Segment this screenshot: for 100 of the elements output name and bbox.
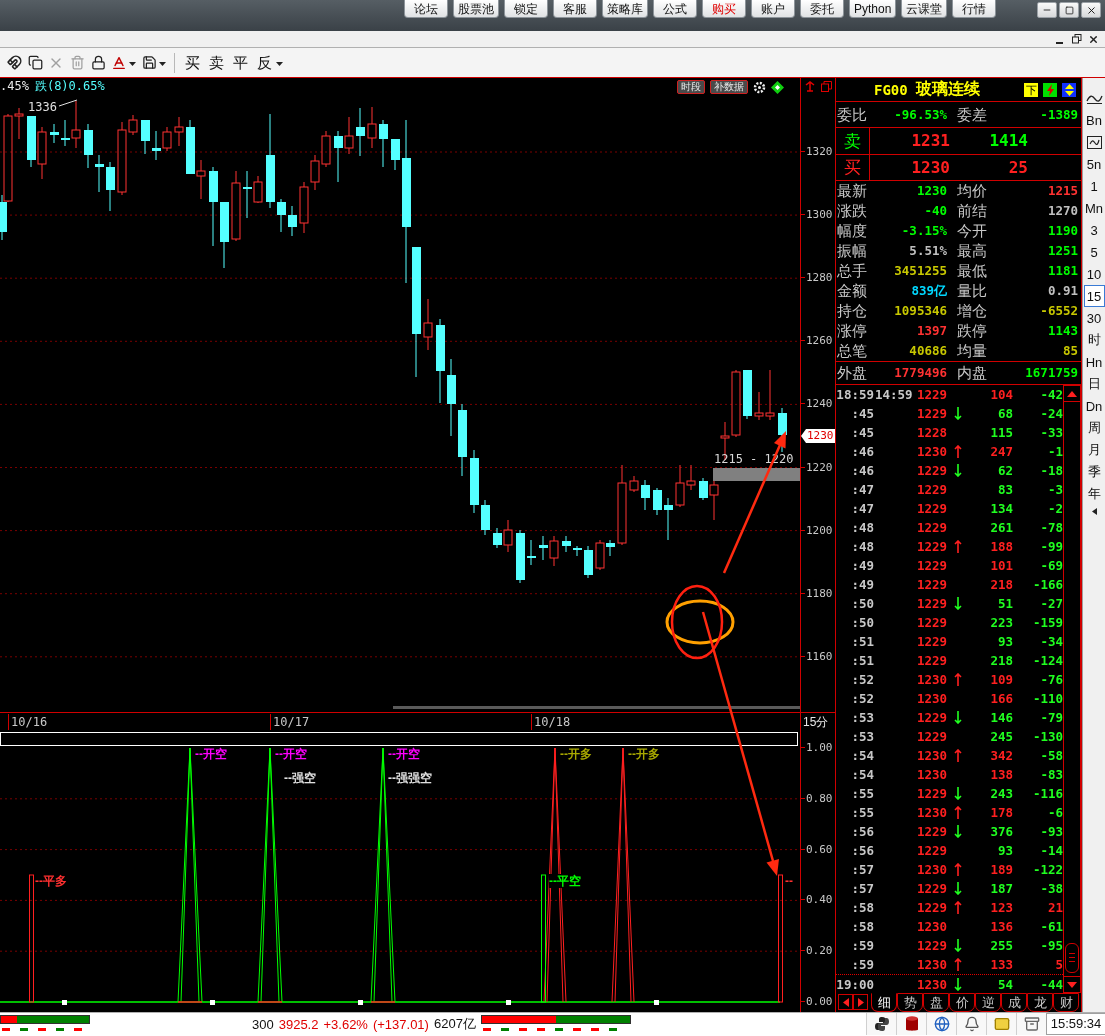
falling-candle	[243, 170, 252, 219]
trade-time: :56	[850, 843, 874, 858]
menu-button[interactable]: 行情	[952, 0, 997, 18]
restore-icon[interactable]	[1071, 33, 1082, 45]
maximize-button[interactable]	[1059, 2, 1079, 18]
dragon-tab[interactable]: 龙	[1027, 993, 1053, 1012]
trade-action-button[interactable]: 卖	[207, 52, 226, 73]
cylinder-icon[interactable]	[896, 1013, 926, 1035]
period-button[interactable]: 30	[1083, 307, 1105, 329]
period-button[interactable]: 5	[1083, 241, 1105, 263]
menu-button[interactable]: 账户	[751, 0, 795, 18]
rising-candle	[423, 298, 433, 351]
stat-value: 3451255	[894, 263, 947, 279]
price-axis-label: 1320	[801, 145, 833, 158]
period-button[interactable]: Hn	[1083, 351, 1105, 373]
close-button[interactable]	[1081, 2, 1101, 18]
trade-price: 1229	[915, 786, 947, 801]
caret-icon[interactable]	[159, 62, 166, 67]
file-cabinet-icon[interactable]	[1016, 1013, 1046, 1035]
period-button[interactable]: 季	[1083, 461, 1105, 483]
menu-button[interactable]: 锁定	[504, 0, 548, 18]
caret-icon[interactable]	[276, 62, 283, 67]
period-button[interactable]: Bn	[1083, 109, 1105, 131]
trade-volume: 376	[989, 824, 1013, 839]
menu-button[interactable]: 股票池	[453, 0, 499, 18]
falling-candle	[470, 449, 479, 514]
more-arrow-icon[interactable]	[1091, 508, 1097, 515]
period-button[interactable]: 年	[1083, 483, 1105, 505]
stat-value: 1143	[1047, 323, 1078, 339]
period-button[interactable]: Dn	[1083, 395, 1105, 417]
finance-tab[interactable]: 财	[1053, 993, 1079, 1012]
menu-button[interactable]: 公式	[653, 0, 697, 18]
caret-icon[interactable]	[129, 62, 136, 67]
chart-button[interactable]: 时段	[677, 80, 705, 94]
period-button[interactable]: 日	[1083, 373, 1105, 395]
stat-label: 持仓	[837, 302, 867, 320]
trade-time: :49	[850, 558, 874, 573]
reverse-tab[interactable]: 逆	[975, 993, 1001, 1012]
lock-icon[interactable]	[90, 54, 106, 71]
period-button[interactable]: Mn	[1083, 197, 1105, 219]
period-button[interactable]: 15	[1083, 285, 1105, 307]
close-icon[interactable]	[1088, 33, 1099, 45]
contract-name: 玻璃连续	[915, 79, 980, 99]
period-button[interactable]: 1	[1083, 175, 1105, 197]
gear-icon[interactable]	[753, 80, 766, 94]
lightning-button[interactable]	[1043, 82, 1057, 97]
period-button[interactable]: 周	[1083, 417, 1105, 439]
scrollbar-thumb[interactable]	[1065, 943, 1079, 973]
expand-button[interactable]	[1062, 82, 1076, 97]
book-tab[interactable]: 盘	[923, 993, 949, 1012]
menu-button[interactable]: 客服	[553, 0, 597, 18]
copy-icon[interactable]	[27, 54, 43, 71]
menu-button[interactable]: 购买	[702, 0, 746, 18]
signal-label: --平多	[35, 874, 67, 888]
trade-change: -79	[1039, 710, 1063, 725]
trade-action-button[interactable]: 反	[255, 52, 274, 73]
book-price: 1230	[910, 158, 950, 177]
bell-icon[interactable]	[956, 1013, 986, 1035]
menu-button[interactable]: 委托	[800, 0, 844, 18]
trend-tab[interactable]: 势	[897, 993, 923, 1012]
trade-price: 1229	[915, 653, 947, 668]
triangle-right-icon	[857, 997, 864, 1007]
trade-action-button[interactable]: 买	[183, 52, 202, 73]
period-button[interactable]: 3	[1083, 219, 1105, 241]
trade-time: :46	[850, 463, 874, 478]
trade-price: 1229	[915, 482, 947, 497]
period-button[interactable]: 月	[1083, 439, 1105, 461]
stat-value: 1671759	[1025, 365, 1078, 381]
window-icon[interactable]	[821, 81, 832, 92]
previous-button[interactable]	[838, 994, 853, 1010]
chart-button[interactable]: 补数据	[710, 80, 748, 94]
diamond-icon[interactable]	[771, 80, 784, 94]
trade-price: 1229	[915, 843, 947, 858]
stat-label: 外盘	[837, 364, 867, 382]
trade-action-button[interactable]: 平	[231, 52, 250, 73]
stat-value: 1190	[1047, 223, 1078, 239]
next-button[interactable]	[853, 994, 868, 1010]
menu-button[interactable]: Python	[849, 0, 897, 18]
period-button[interactable]: 10	[1083, 263, 1105, 285]
trade-volume: 133	[989, 957, 1013, 972]
save-icon[interactable]	[141, 54, 157, 71]
stat-label: 涨停	[837, 322, 867, 340]
period-button[interactable]: 5n	[1083, 153, 1105, 175]
list-tab[interactable]: 细	[871, 993, 897, 1012]
menu-button[interactable]: 论坛	[404, 0, 448, 18]
period-button[interactable]: 时	[1083, 329, 1105, 351]
globe-icon[interactable]	[926, 1013, 956, 1035]
flag-button[interactable]: 下	[1024, 82, 1038, 97]
menu-button[interactable]: 云课堂	[901, 0, 948, 18]
magnet-icon[interactable]	[6, 54, 22, 71]
menu-button[interactable]: 策略库	[602, 0, 648, 18]
snake-logo-icon[interactable]	[866, 1013, 896, 1035]
volume-tab[interactable]: 成	[1001, 993, 1027, 1012]
price-tab[interactable]: 价	[949, 993, 975, 1012]
minimize-button[interactable]	[1037, 2, 1057, 18]
stat-label: 委差	[957, 105, 987, 124]
font-color-icon[interactable]	[111, 54, 127, 71]
trade-change: -122	[1031, 862, 1063, 877]
rising-candle	[367, 106, 377, 149]
trade-change: -61	[1039, 919, 1063, 934]
